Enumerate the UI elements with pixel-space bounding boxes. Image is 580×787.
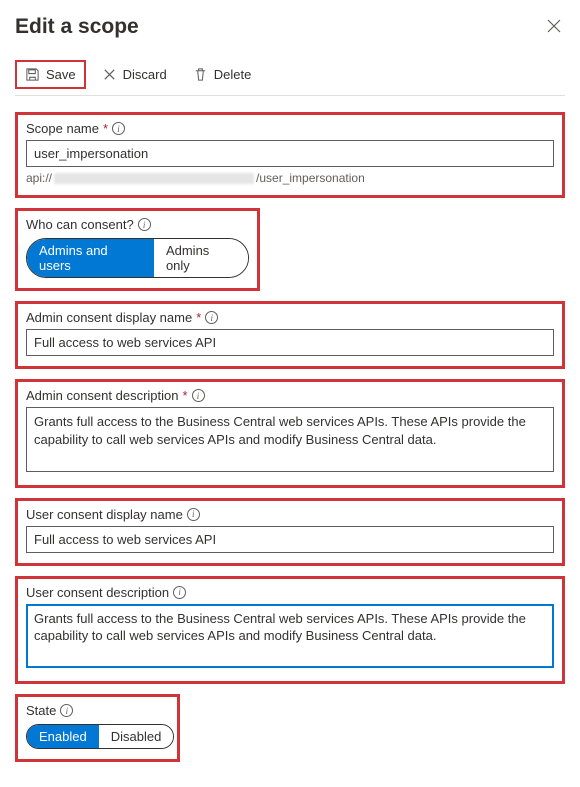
toolbar: Save Discard Delete bbox=[15, 60, 565, 96]
user-display-label: User consent display name i bbox=[26, 507, 554, 522]
admin-desc-section: Admin consent description * i bbox=[15, 379, 565, 488]
info-icon[interactable]: i bbox=[112, 122, 125, 135]
user-desc-input[interactable] bbox=[26, 604, 554, 669]
admin-desc-label: Admin consent description * i bbox=[26, 388, 554, 403]
user-display-input[interactable] bbox=[26, 526, 554, 553]
save-icon bbox=[25, 67, 40, 82]
user-display-section: User consent display name i bbox=[15, 498, 565, 566]
scope-name-input[interactable] bbox=[26, 140, 554, 167]
discard-icon bbox=[102, 67, 117, 82]
state-enabled[interactable]: Enabled bbox=[27, 725, 99, 748]
required-mark: * bbox=[196, 310, 201, 325]
info-icon[interactable]: i bbox=[138, 218, 151, 231]
state-section: State i Enabled Disabled bbox=[15, 694, 180, 762]
page-title: Edit a scope bbox=[15, 15, 139, 39]
redacted-app-id bbox=[54, 173, 254, 184]
user-desc-section: User consent description i bbox=[15, 576, 565, 685]
save-button[interactable]: Save bbox=[15, 60, 86, 89]
consent-toggle: Admins and users Admins only bbox=[26, 238, 249, 278]
user-desc-label: User consent description i bbox=[26, 585, 554, 600]
close-button[interactable] bbox=[543, 15, 565, 42]
scope-uri: api:// /user_impersonation bbox=[26, 171, 554, 185]
consent-admins-and-users[interactable]: Admins and users bbox=[27, 239, 154, 277]
info-icon[interactable]: i bbox=[205, 311, 218, 324]
scope-name-section: Scope name * i api:// /user_impersonatio… bbox=[15, 112, 565, 198]
delete-label: Delete bbox=[214, 67, 252, 82]
state-label: State i bbox=[26, 703, 169, 718]
admin-display-input[interactable] bbox=[26, 329, 554, 356]
save-label: Save bbox=[46, 67, 76, 82]
close-icon bbox=[547, 19, 561, 33]
info-icon[interactable]: i bbox=[60, 704, 73, 717]
consent-admins-only[interactable]: Admins only bbox=[154, 239, 248, 277]
info-icon[interactable]: i bbox=[173, 586, 186, 599]
discard-label: Discard bbox=[123, 67, 167, 82]
admin-display-section: Admin consent display name * i bbox=[15, 301, 565, 369]
delete-icon bbox=[193, 67, 208, 82]
required-mark: * bbox=[182, 388, 187, 403]
state-disabled[interactable]: Disabled bbox=[99, 725, 174, 748]
consent-label: Who can consent? i bbox=[26, 217, 249, 232]
discard-button[interactable]: Discard bbox=[92, 60, 177, 89]
consent-section: Who can consent? i Admins and users Admi… bbox=[15, 208, 260, 291]
admin-display-label: Admin consent display name * i bbox=[26, 310, 554, 325]
scope-name-label: Scope name * i bbox=[26, 121, 554, 136]
state-toggle: Enabled Disabled bbox=[26, 724, 174, 749]
info-icon[interactable]: i bbox=[192, 389, 205, 402]
required-mark: * bbox=[103, 121, 108, 136]
admin-desc-input[interactable] bbox=[26, 407, 554, 472]
delete-button[interactable]: Delete bbox=[183, 60, 262, 89]
info-icon[interactable]: i bbox=[187, 508, 200, 521]
